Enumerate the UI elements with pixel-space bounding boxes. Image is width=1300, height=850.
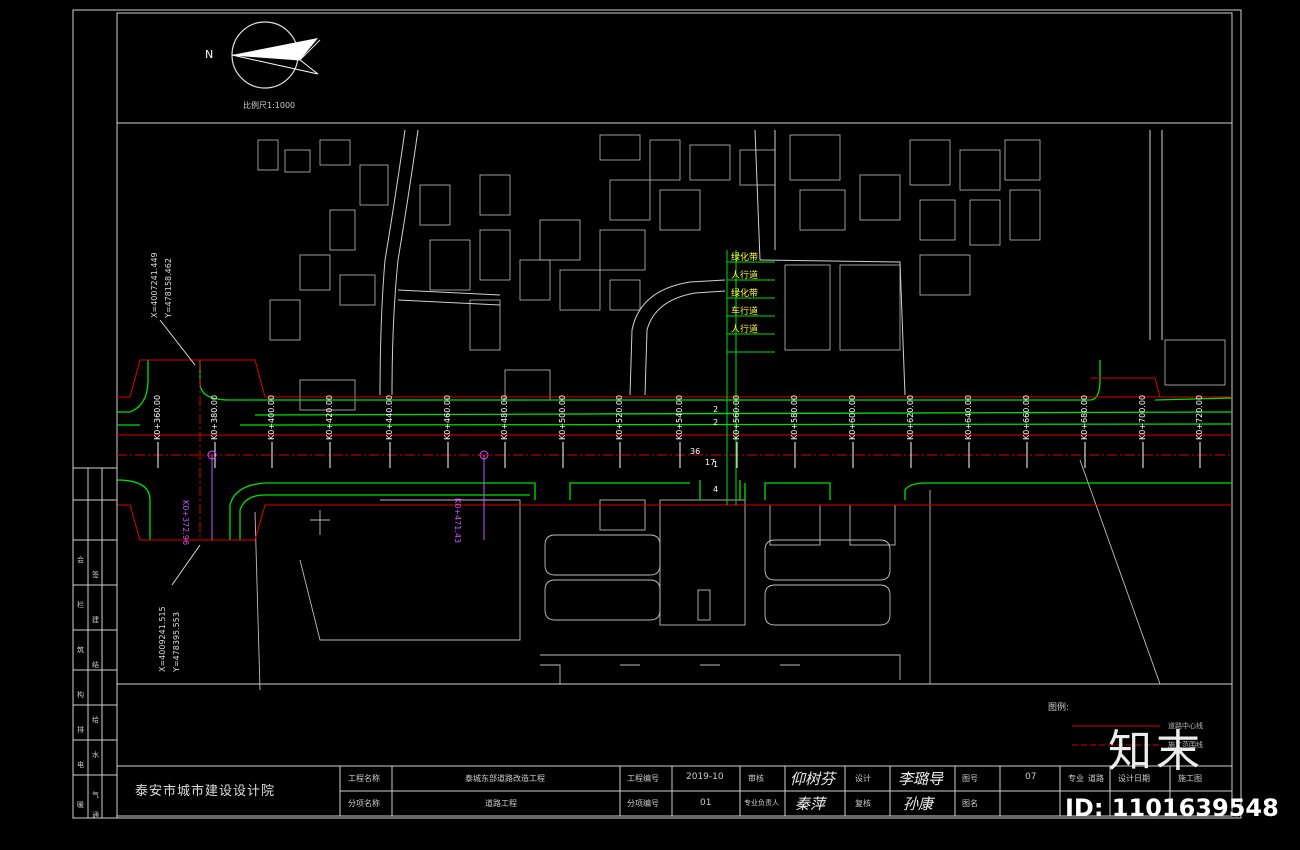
station-label: K0+640.00 [964,394,973,440]
watermark-id: ID: 1101639548 [1065,794,1279,822]
tb-check-label: 复核 [855,799,871,808]
side-table-label: 会 [77,556,84,564]
cad-drawing [72,9,1242,819]
tb-sheet-code-label: 分项编号 [627,799,659,808]
signature-1: 仰树芬 [790,770,836,788]
side-table-label: 通 [92,811,99,819]
tb-project-value: 泰城东部道路改造工程 [465,774,545,783]
side-table-label: 电 [77,761,84,769]
tb-figname-label: 图名 [962,799,978,808]
station-label: K0+440.00 [385,394,394,440]
xsec-label-2: 绿化带 [731,289,759,299]
station-label: K0+500.00 [558,394,567,440]
station-label: K0+620.00 [906,394,915,440]
signature-2: 秦萍 [795,795,826,813]
scale-label: 比例尺1:1000 [243,101,296,110]
coord-bottom-x: X=4009241.515 [158,606,167,672]
road-edges [116,360,1233,540]
watermark-brand: 知末 [1108,726,1204,777]
width-1: 2 [713,418,719,427]
station-label: K0+700.00 [1138,394,1147,440]
tb-code-value: 2019-10 [686,772,724,782]
tb-major-value: 道路 [1088,774,1104,783]
station-special-1: K0+372.96 [181,500,190,546]
side-table-label: 签 [92,571,99,579]
tb-code-label: 工程编号 [627,774,659,783]
signature-3: 李璐导 [898,770,944,788]
side-table-label: 结 [92,661,99,669]
station-label: K0+400.00 [267,394,276,440]
station-label: K0+680.00 [1080,394,1089,440]
legend-title: 图例: [1048,703,1070,713]
tb-project-label: 工程名称 [348,774,380,783]
width-3: 4 [713,485,719,494]
station-label: K0+720.00 [1195,394,1204,440]
station-label: K0+460.00 [443,394,452,440]
station-label: K0+360.00 [153,394,162,440]
signature-4: 孙康 [903,795,934,813]
width-0: 2 [713,405,719,414]
tb-major-label: 专业 [1068,774,1084,783]
coord-top-x: X=4007241.449 [150,252,159,318]
side-table-label: 水 [92,751,99,759]
tb-design-label: 设计 [855,774,871,783]
side-table-label: 构 [77,691,84,699]
station-label: K0+480.00 [500,394,509,440]
station-label: K0+520.00 [615,394,624,440]
station-special-2: K0+471.43 [453,498,462,544]
side-table-label: 排 [77,726,84,734]
company-name: 泰安市城市建设设计院 [135,784,276,799]
coord-bottom-y: Y=478395.553 [172,612,181,672]
side-table-label: 暖 [77,801,84,809]
coord-top-y: Y=478158.462 [164,258,173,318]
tb-review-label: 审核 [748,774,764,783]
xsec-label-4: 人行道 [731,325,759,335]
tb-lead-label: 专业负责人 [744,799,779,807]
side-table-label: 栏 [77,601,84,609]
small-number-1: 17 [705,458,716,467]
station-label: K0+600.00 [848,394,857,440]
side-table-label: 筑 [77,646,84,654]
intersection-red [117,359,1232,541]
station-label: K0+580.00 [790,394,799,440]
station-label: K0+380.00 [210,394,219,440]
tb-figno-label: 图号 [962,774,978,783]
station-label: K0+560.00 [732,394,741,440]
side-table-label: 给 [92,716,99,724]
xsec-label-0: 绿化带 [731,253,759,263]
tb-sheet-code-value: 01 [700,798,712,808]
tb-sub-value: 道路工程 [485,799,517,808]
tb-figno-value: 07 [1025,772,1037,782]
compass-icon [231,21,321,89]
side-table-label: 气 [92,791,99,799]
small-number-0: 36 [690,447,701,456]
side-table-label: 建 [92,616,99,624]
station-label: K0+660.00 [1022,394,1031,440]
north-letter: N [205,48,214,61]
xsec-label-3: 车行道 [731,307,759,317]
tb-sub-label: 分项名称 [348,799,380,808]
xsec-label-1: 人行道 [731,271,759,281]
station-label: K0+420.00 [325,394,334,440]
station-label: K0+540.00 [675,394,684,440]
